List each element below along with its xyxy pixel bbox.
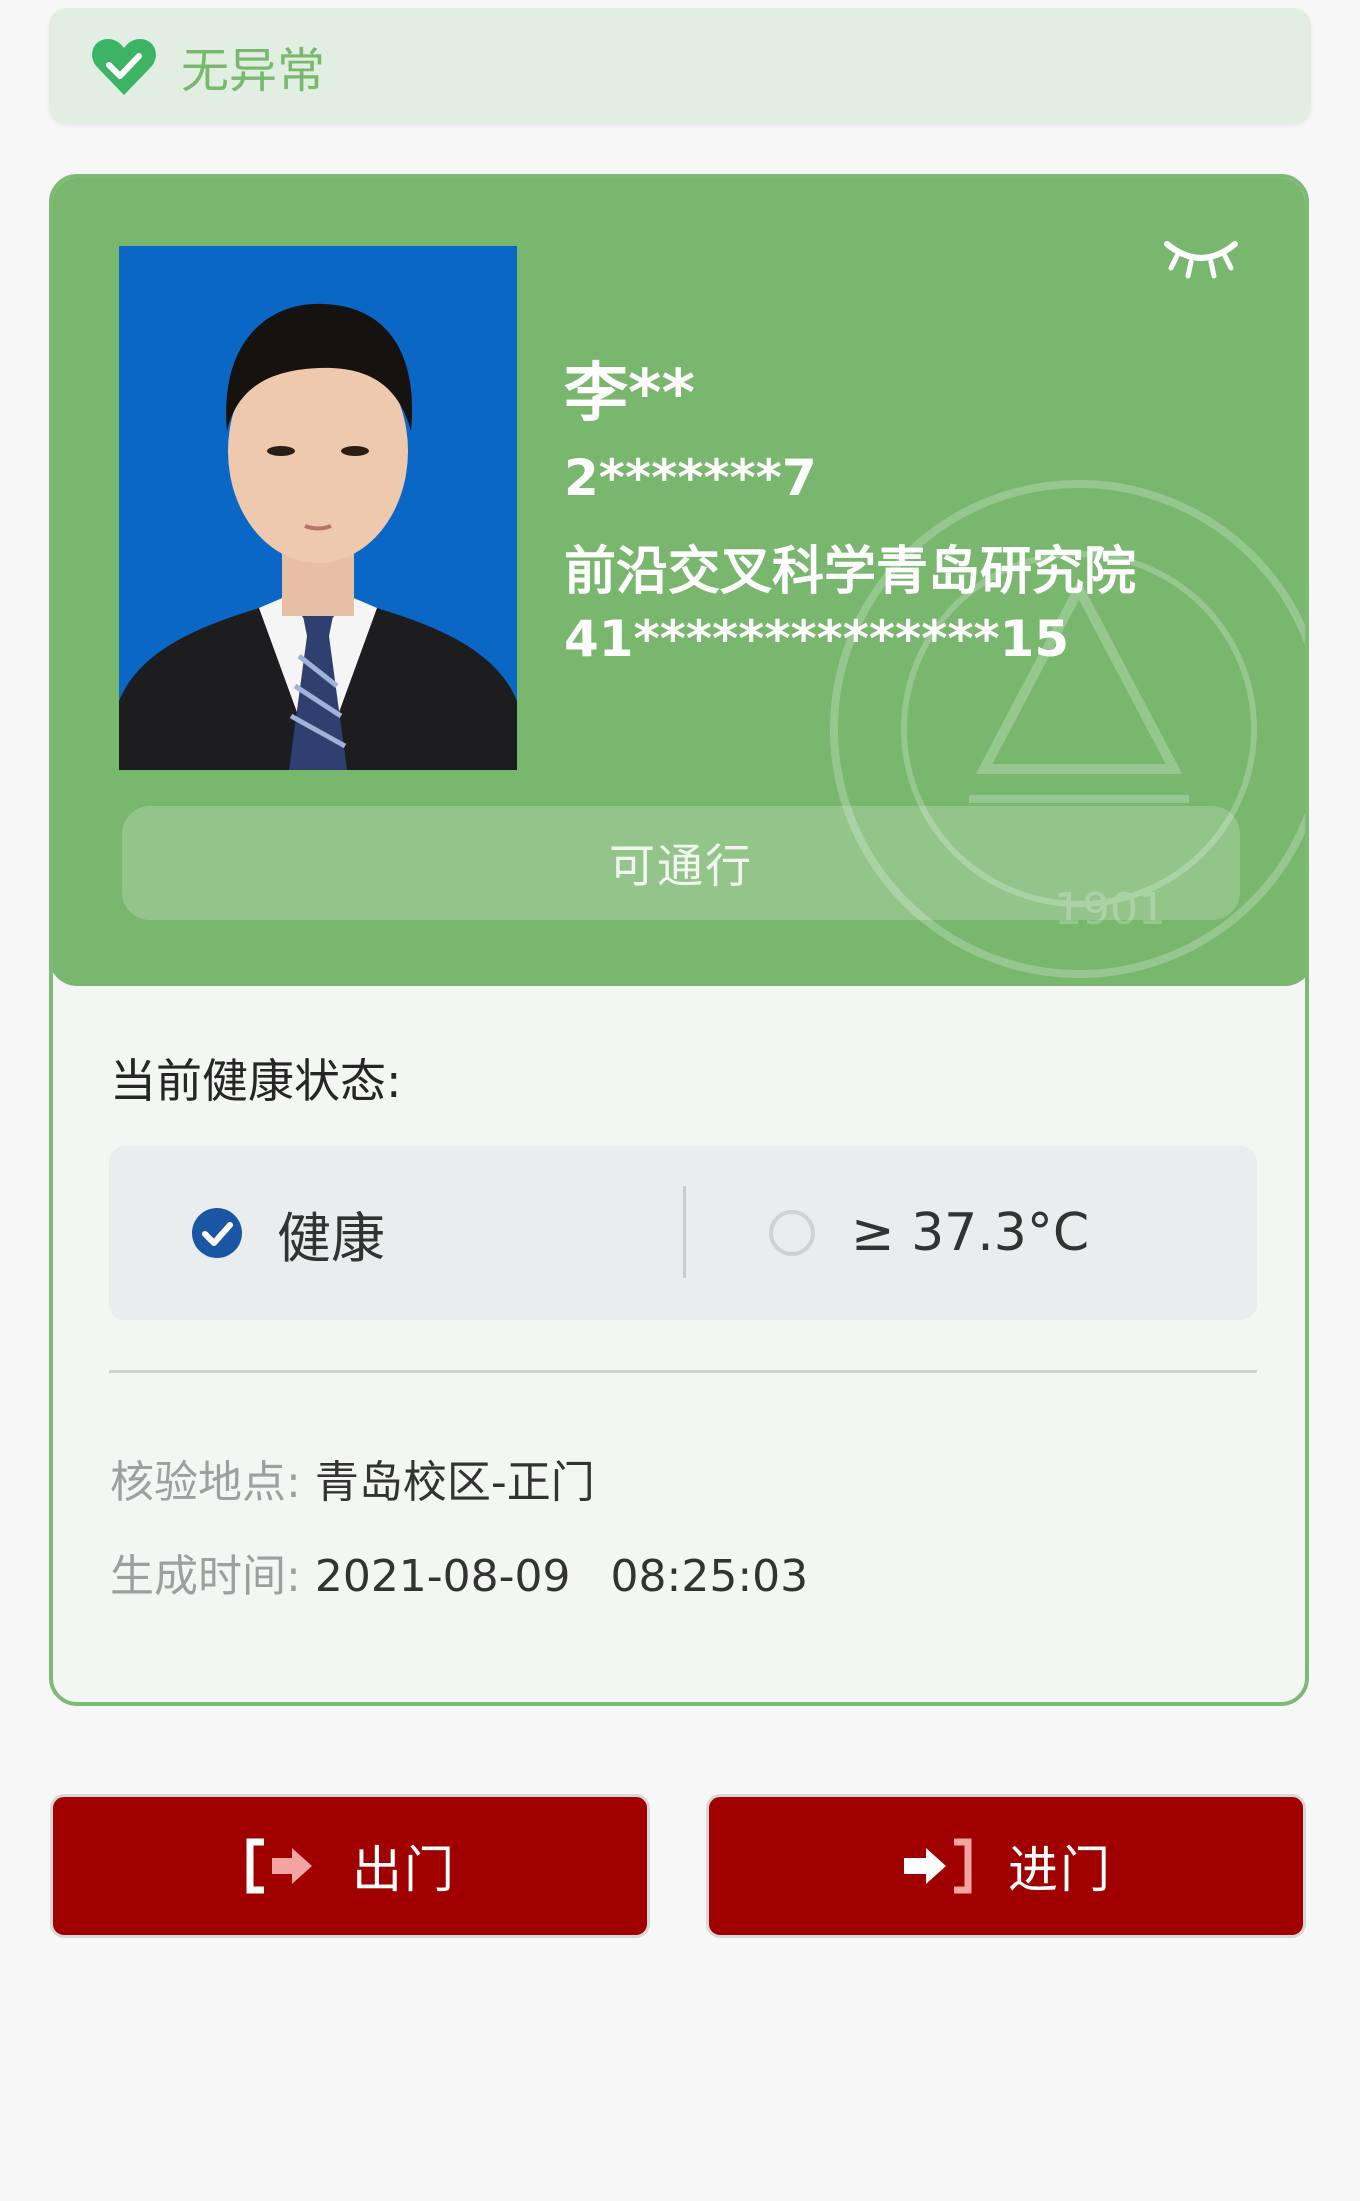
generated-date: 2021-08-09 [314, 1551, 571, 1602]
status-banner: 无异常 [49, 8, 1311, 124]
closed-eye-icon[interactable] [1161, 234, 1241, 280]
option-divider [683, 1186, 686, 1278]
exit-door-icon [246, 1838, 312, 1894]
radio-empty-icon [769, 1210, 815, 1256]
health-status-selector: 健康 ≥ 37.3°C [109, 1146, 1257, 1320]
location-label: 核验地点: [110, 1457, 301, 1508]
generated-time: 08:25:03 [610, 1551, 809, 1602]
health-option-fever[interactable]: ≥ 37.3°C [769, 1146, 1089, 1320]
heart-check-icon [92, 39, 156, 95]
divider [109, 1370, 1257, 1373]
health-option-fever-label: ≥ 37.3°C [851, 1203, 1090, 1263]
student-id: 2*******7 [564, 449, 817, 507]
location-value: 青岛校区-正门 [314, 1457, 595, 1508]
pass-card: 1901 李** 2*******7 前沿交叉科学青岛研究院 41*******… [49, 174, 1309, 1706]
holder-name: 李** [564, 357, 695, 431]
pass-card-header: 1901 李** 2*******7 前沿交叉科学青岛研究院 41*******… [53, 178, 1305, 986]
health-option-healthy[interactable]: 健康 [191, 1146, 385, 1320]
health-heading: 当前健康状态: [110, 1054, 402, 1108]
health-option-healthy-label: 健康 [277, 1206, 385, 1270]
pass-status-button[interactable]: 可通行 [122, 806, 1240, 920]
profile-photo [119, 246, 517, 770]
enter-door-icon [904, 1838, 972, 1894]
exit-button[interactable]: 出门 [50, 1794, 650, 1938]
id-number: 41**************15 [564, 610, 1070, 668]
time-row: 生成时间: 2021-08-09 08:25:03 [110, 1540, 808, 1604]
exit-button-label: 出门 [352, 1841, 456, 1899]
institute-name: 前沿交叉科学青岛研究院 [564, 542, 1137, 602]
status-text: 无异常 [181, 43, 326, 99]
time-label: 生成时间: [110, 1551, 301, 1602]
location-row: 核验地点: 青岛校区-正门 [110, 1446, 595, 1510]
enter-button[interactable]: 进门 [706, 1794, 1306, 1938]
enter-button-label: 进门 [1008, 1841, 1112, 1899]
check-circle-icon [192, 1208, 242, 1258]
